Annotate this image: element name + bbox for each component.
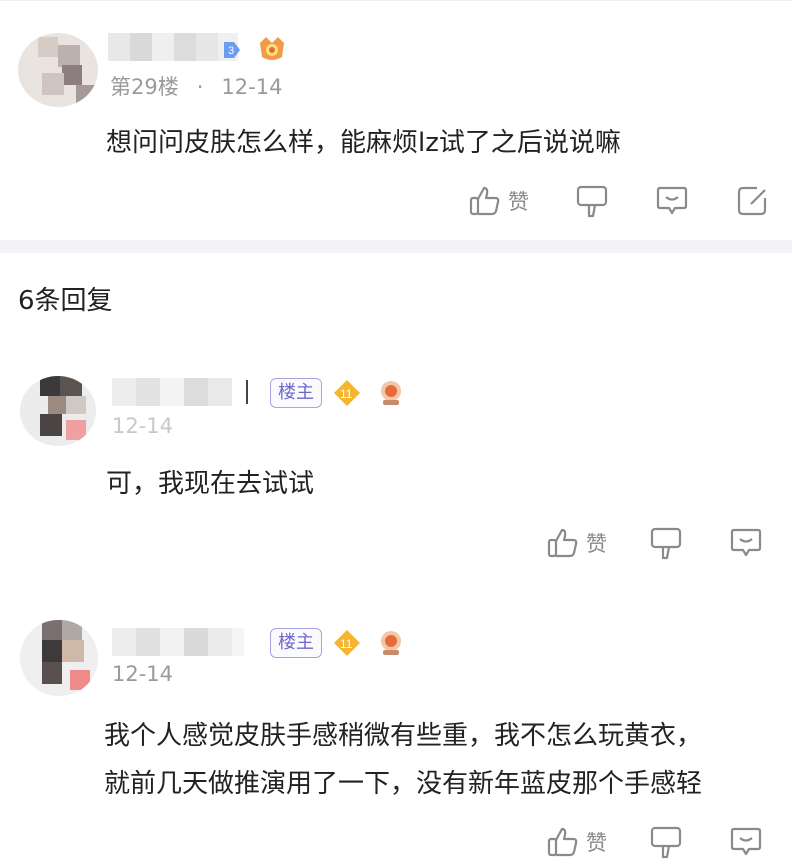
floor-number: 第29楼 (110, 75, 179, 99)
dislike-button[interactable] (649, 824, 683, 860)
replies-count: 6条回复 (18, 286, 113, 316)
username[interactable] (112, 378, 232, 406)
avatar[interactable] (20, 376, 96, 446)
post-meta: 第29楼 · 12-14 (110, 71, 282, 101)
comment-icon (730, 528, 762, 557)
dislike-icon (650, 826, 682, 859)
like-label: 赞 (508, 190, 529, 214)
like-icon (547, 528, 578, 558)
name-divider (246, 380, 248, 404)
vip-badge-icon: 3 (224, 42, 240, 58)
post-actions: 赞 (468, 183, 769, 219)
comment-button[interactable] (729, 825, 763, 859)
level-badge-icon: 11 (334, 630, 360, 656)
meta-separator: · (196, 75, 204, 99)
post-date: 12-14 (221, 75, 283, 99)
medal-icon (381, 381, 401, 405)
comment-card: 3 第29楼 · 12-14 想问问皮肤怎么样，能麻烦lz试了之后说说嘛 赞 (0, 0, 792, 240)
reply-text-line-2: 就前几天做推演用了一下，没有新年蓝皮那个手感轻 (104, 769, 703, 799)
like-icon (469, 186, 500, 216)
level-badge-icon: 11 (334, 380, 360, 406)
reply-text: 可，我现在去试试 (106, 469, 315, 499)
like-button[interactable]: 赞 (546, 825, 607, 859)
avatar[interactable] (20, 620, 98, 696)
comment-icon (730, 827, 762, 856)
username[interactable] (108, 33, 238, 61)
share-button[interactable] (735, 184, 769, 218)
svg-text:3: 3 (228, 45, 234, 57)
reply-actions: 赞 (546, 824, 763, 860)
like-button[interactable]: 赞 (468, 184, 529, 218)
medal-icon (260, 37, 284, 60)
reply-date: 12-14 (112, 662, 174, 686)
op-badge: 楼主 (270, 628, 322, 658)
medal-icon (381, 631, 401, 655)
level-number: 11 (340, 387, 353, 401)
dislike-icon (650, 527, 682, 560)
level-number: 11 (340, 637, 353, 651)
comment-button[interactable] (655, 184, 689, 218)
dislike-button[interactable] (575, 183, 609, 219)
username[interactable] (112, 628, 244, 656)
like-button[interactable]: 赞 (546, 526, 607, 560)
reply-text-line-1: 我个人感觉皮肤手感稍微有些重，我不怎么玩黄衣， (104, 721, 703, 751)
like-label: 赞 (586, 532, 607, 556)
comment-button[interactable] (729, 526, 763, 560)
dislike-icon (576, 185, 608, 218)
section-divider (0, 240, 792, 253)
reply-date: 12-14 (112, 414, 174, 438)
dislike-button[interactable] (649, 525, 683, 561)
avatar[interactable] (18, 33, 98, 107)
like-icon (547, 827, 578, 857)
reply-actions: 赞 (546, 525, 763, 561)
comment-icon (656, 186, 688, 215)
op-badge: 楼主 (270, 378, 322, 408)
post-text: 想问问皮肤怎么样，能麻烦lz试了之后说说嘛 (106, 128, 621, 158)
share-icon (737, 186, 767, 216)
like-label: 赞 (586, 831, 607, 855)
